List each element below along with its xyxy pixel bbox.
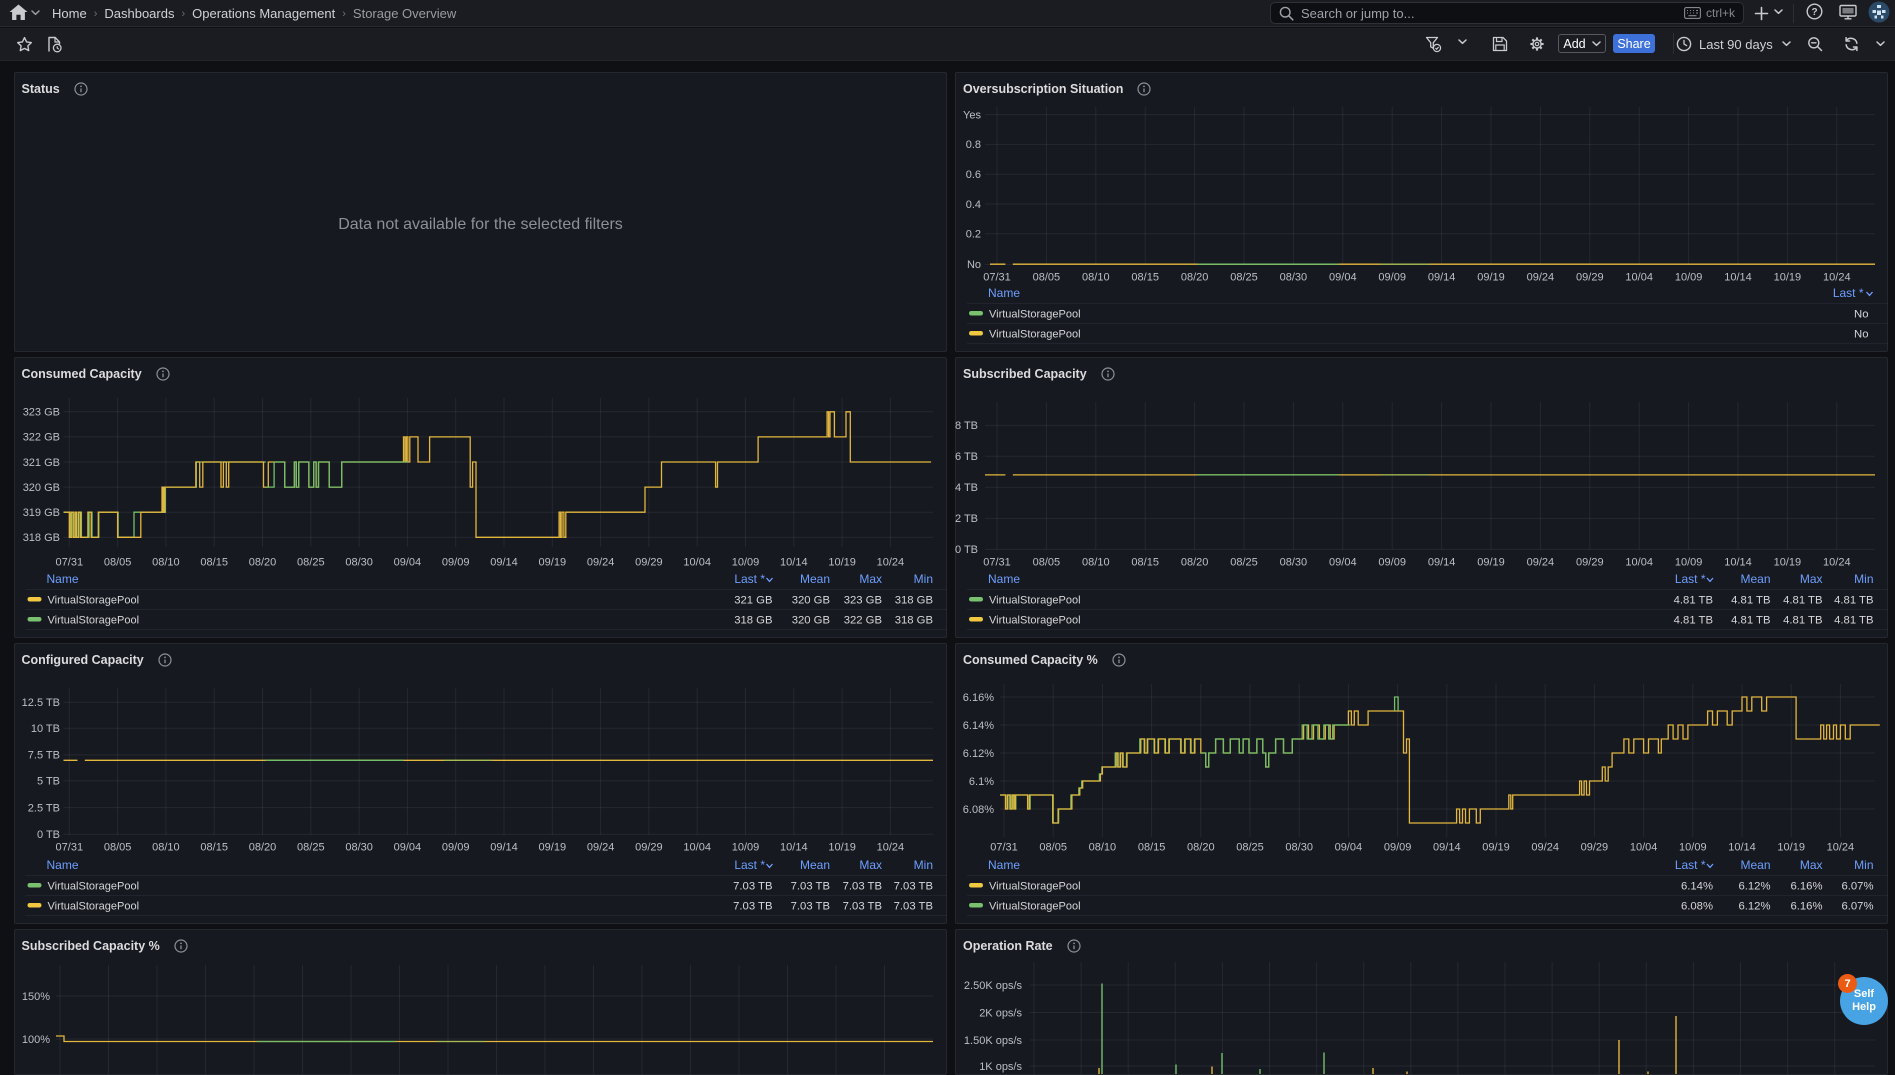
svg-text:?: ? [1811,7,1817,18]
